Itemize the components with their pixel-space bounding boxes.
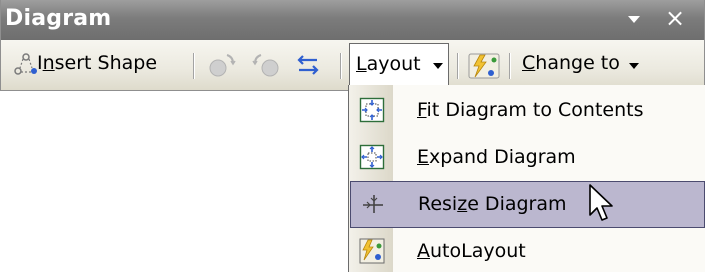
menu-item-label: Expand Diagram xyxy=(417,146,576,168)
menu-item-fit-diagram-to-contents[interactable]: Fit Diagram to Contents xyxy=(349,87,705,134)
move-shape-forward-icon[interactable] xyxy=(251,52,281,78)
toolbar-separator xyxy=(509,53,511,79)
layout-menu: Fit Diagram to Contents Expand Diagram R… xyxy=(348,85,705,272)
menu-item-expand-diagram[interactable]: Expand Diagram xyxy=(349,134,705,181)
toolbar-separator xyxy=(340,53,342,79)
insert-shape-label: Insert Shape xyxy=(37,52,158,74)
close-icon[interactable]: × xyxy=(665,4,685,32)
move-shape-backward-icon[interactable] xyxy=(207,52,237,78)
autolayout-toggle-icon[interactable] xyxy=(466,51,502,81)
toolbar-title-bar[interactable]: Diagram × xyxy=(1,0,704,40)
insert-shape-icon xyxy=(14,53,37,75)
menu-item-autolayout[interactable]: AutoLayout xyxy=(349,228,705,275)
toolbar-options-icon[interactable] xyxy=(628,16,640,23)
insert-shape-button[interactable]: Insert Shape xyxy=(7,40,183,90)
layout-label: Layout xyxy=(356,53,421,75)
chevron-down-icon xyxy=(433,63,443,69)
autolayout-icon xyxy=(359,238,385,264)
resize-diagram-icon xyxy=(363,195,383,213)
toolbar-separator xyxy=(193,53,195,79)
change-to-label: Change to xyxy=(522,52,620,74)
fit-diagram-icon xyxy=(359,97,385,123)
chevron-down-icon xyxy=(629,63,639,69)
menu-item-resize-diagram[interactable]: Resize Diagram xyxy=(350,181,705,228)
toolbar-separator xyxy=(457,53,459,79)
menu-item-label: AutoLayout xyxy=(417,240,526,262)
menu-item-label: Resize Diagram xyxy=(418,193,567,215)
reverse-diagram-icon[interactable] xyxy=(293,52,323,78)
layout-menu-button[interactable]: Layout xyxy=(349,43,449,85)
toolbar-title: Diagram xyxy=(5,6,112,31)
change-to-menu-button[interactable]: Change to xyxy=(514,40,654,90)
menu-item-label: Fit Diagram to Contents xyxy=(417,99,644,121)
expand-diagram-icon xyxy=(359,144,385,170)
mouse-pointer-icon xyxy=(589,184,613,221)
